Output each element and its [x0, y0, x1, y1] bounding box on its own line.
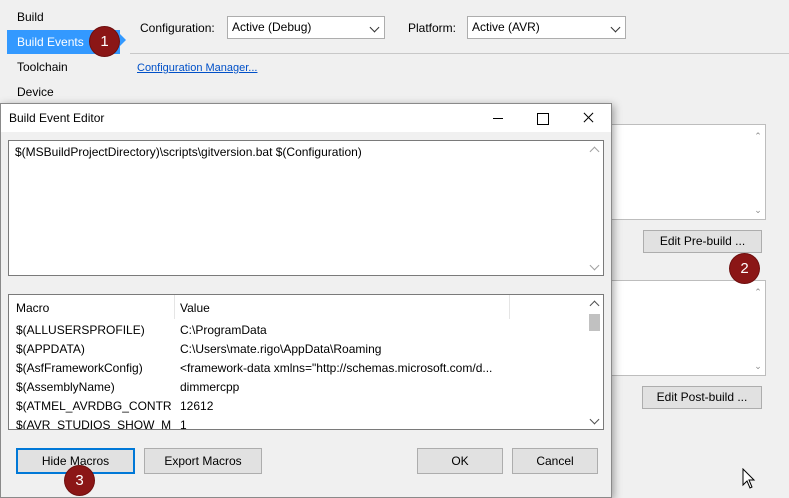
platform-value: Active (AVR) — [472, 20, 540, 34]
step-badge-1: 1 — [90, 27, 119, 56]
scroll-down-icon[interactable] — [586, 258, 603, 275]
scroll-up-icon[interactable]: ⌃ — [753, 287, 763, 297]
table-row[interactable]: $(APPDATA) C:\Users\mate.rigo\AppData\Ro… — [9, 342, 588, 361]
configuration-manager-link[interactable]: Configuration Manager... — [137, 62, 257, 74]
column-divider[interactable] — [174, 295, 175, 319]
edit-prebuild-button[interactable]: Edit Pre-build ... — [643, 230, 762, 253]
nav-item-toolchain[interactable]: Toolchain — [7, 55, 120, 79]
step-badge-3: 3 — [65, 466, 94, 495]
active-arrow-icon — [120, 34, 126, 46]
platform-label: Platform: — [408, 21, 457, 35]
macro-cell: $(ALLUSERSPROFILE) — [16, 323, 145, 337]
chevron-down-icon — [610, 22, 621, 33]
macro-cell: $(AsfFrameworkConfig) — [16, 361, 143, 375]
nav-item-device[interactable]: Device — [7, 80, 120, 104]
value-cell: C:\ProgramData — [180, 323, 267, 337]
value-cell: C:\Users\mate.rigo\AppData\Roaming — [180, 342, 382, 356]
table-row[interactable]: $(AssemblyName) dimmercpp — [9, 380, 588, 399]
scroll-up-icon[interactable] — [586, 295, 603, 312]
command-editor[interactable]: $(MSBuildProjectDirectory)\scripts\gitve… — [8, 140, 604, 276]
chevron-down-icon — [369, 22, 380, 33]
nav-item-build[interactable]: Build — [7, 5, 120, 29]
step-badge-2: 2 — [730, 254, 759, 283]
dialog-titlebar[interactable]: Build Event Editor — [1, 104, 611, 132]
mouse-cursor-icon — [742, 468, 756, 489]
macro-cell: $(AssemblyName) — [16, 380, 115, 394]
dialog-title: Build Event Editor — [9, 111, 105, 125]
table-row[interactable]: $(AVR_STUDIOS_SHOW_MO... 1 — [9, 418, 588, 430]
command-text: $(MSBuildProjectDirectory)\scripts\gitve… — [15, 145, 362, 159]
editor-scrollbar[interactable] — [586, 141, 603, 275]
macro-table-header: Macro Value — [9, 295, 588, 320]
build-event-editor-dialog: Build Event Editor $(MSBuildProjectDirec… — [0, 103, 612, 498]
scroll-down-icon[interactable] — [586, 412, 603, 429]
scroll-down-icon[interactable]: ⌄ — [753, 205, 763, 215]
macro-table-scrollbar[interactable] — [586, 295, 603, 429]
table-row[interactable]: $(AsfFrameworkConfig) <framework-data xm… — [9, 361, 588, 380]
minimize-icon[interactable] — [475, 104, 521, 132]
table-row[interactable]: $(ALLUSERSPROFILE) C:\ProgramData — [9, 323, 588, 342]
configuration-select[interactable]: Active (Debug) — [227, 16, 385, 39]
scroll-up-icon[interactable]: ⌃ — [753, 131, 763, 141]
maximize-icon[interactable] — [519, 104, 565, 132]
macro-cell: $(ATMEL_AVRDBG_CONTR... — [16, 399, 171, 413]
export-macros-button[interactable]: Export Macros — [144, 448, 262, 474]
configuration-value: Active (Debug) — [232, 20, 312, 34]
header-divider — [130, 53, 789, 54]
column-header-value[interactable]: Value — [180, 301, 210, 315]
scroll-thumb[interactable] — [589, 314, 600, 331]
value-cell: 12612 — [180, 399, 214, 413]
value-cell: 1 — [180, 418, 187, 430]
platform-select[interactable]: Active (AVR) — [467, 16, 626, 39]
ok-button[interactable]: OK — [417, 448, 503, 474]
scroll-up-icon[interactable] — [586, 141, 603, 158]
macro-cell: $(APPDATA) — [16, 342, 85, 356]
table-row[interactable]: $(ATMEL_AVRDBG_CONTR... 12612 — [9, 399, 588, 418]
column-divider[interactable] — [509, 295, 510, 319]
scroll-down-icon[interactable]: ⌄ — [753, 361, 763, 371]
value-cell: <framework-data xmlns="http://schemas.mi… — [180, 361, 493, 375]
close-icon[interactable] — [565, 104, 611, 132]
macro-table[interactable]: Macro Value $(ALLUSERSPROFILE) C:\Progra… — [8, 294, 604, 430]
macro-cell: $(AVR_STUDIOS_SHOW_MO... — [16, 418, 171, 430]
column-header-macro[interactable]: Macro — [16, 301, 49, 315]
value-cell: dimmercpp — [180, 380, 240, 394]
edit-postbuild-button[interactable]: Edit Post-build ... — [642, 386, 762, 409]
configuration-label: Configuration: — [140, 21, 215, 35]
cancel-button[interactable]: Cancel — [512, 448, 598, 474]
